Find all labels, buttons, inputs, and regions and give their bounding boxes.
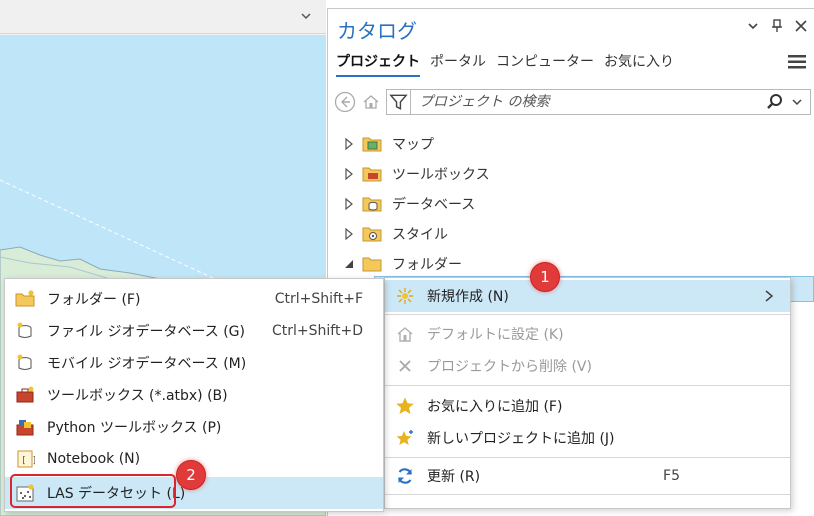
menu-item-label: デフォルトに設定 (K) (427, 327, 564, 343)
menu-item-label: ファイル ジオデータベース (G) (47, 324, 245, 340)
step-badge-1: 1 (530, 262, 560, 292)
submenu-item-python-toolbox[interactable]: Python ツールボックス (P) (5, 411, 383, 443)
menu-item-refresh[interactable]: 更新 (R) F5 (385, 460, 790, 492)
menu-item-add-to-new-projects[interactable]: 新しいプロジェクトに追加 (J) (385, 422, 790, 454)
pane-controls (746, 19, 808, 33)
highlight-box (10, 474, 176, 508)
expand-arrow-icon[interactable] (342, 167, 356, 181)
menu-item-label: お気に入りに追加 (F) (427, 399, 563, 415)
svg-text:[ ]: [ ] (21, 456, 35, 466)
search-row (334, 89, 811, 115)
star-sparkle-icon (396, 430, 413, 445)
database-folder-icon (362, 197, 382, 212)
geodatabase-icon (17, 322, 32, 338)
menu-item-label: 新しいプロジェクトに追加 (J) (427, 431, 615, 447)
chevron-down-icon[interactable] (790, 95, 804, 109)
step-badge-2: 2 (176, 460, 206, 490)
submenu-item-toolbox[interactable]: ツールボックス (*.atbx) (B) (5, 379, 383, 411)
context-menu: 新規作成 (N) デフォルトに設定 (K) プロジェクトから削除 (V) お気に… (384, 277, 791, 509)
new-folder-icon (15, 290, 35, 307)
tab-portal[interactable]: ポータル (430, 51, 486, 77)
menu-item-shortcut: Ctrl+Shift+F (274, 291, 363, 307)
tab-project[interactable]: プロジェクト (336, 51, 420, 77)
menu-separator (385, 385, 790, 386)
tree-item-label: スタイル (392, 227, 448, 243)
pin-icon[interactable] (770, 19, 784, 33)
menu-item-set-default[interactable]: デフォルトに設定 (K) (385, 318, 790, 350)
tree-item-styles[interactable]: スタイル (342, 219, 490, 249)
star-icon (396, 397, 414, 414)
menu-item-label: 更新 (R) (427, 469, 481, 485)
search-box (386, 89, 811, 115)
chevron-down-icon[interactable] (746, 19, 760, 33)
tree-item-folders[interactable]: フォルダー (342, 249, 490, 279)
toolbox-icon (16, 386, 34, 403)
tab-computer[interactable]: コンピューター (496, 51, 594, 77)
menu-separator (385, 494, 790, 495)
menu-item-label: ツールボックス (*.atbx) (B) (47, 388, 228, 404)
map-header (0, 0, 326, 34)
expand-arrow-icon[interactable] (342, 137, 356, 151)
mobile-geodatabase-icon (17, 354, 32, 370)
menu-item-shortcut: Ctrl+Shift+D (272, 323, 363, 339)
python-toolbox-icon (16, 420, 34, 436)
menu-item-label: 新規作成 (N) (427, 289, 509, 305)
close-icon[interactable] (794, 19, 808, 33)
notebook-icon: [ ] (17, 450, 35, 468)
menu-icon[interactable] (788, 55, 806, 69)
map-folder-icon (362, 137, 382, 152)
menu-item-label: モバイル ジオデータベース (M) (47, 356, 247, 372)
menu-separator (385, 457, 790, 458)
back-icon[interactable] (334, 91, 356, 113)
tree-item-label: データベース (392, 197, 476, 213)
submenu-item-file-geodatabase[interactable]: ファイル ジオデータベース (G) Ctrl+Shift+D (5, 315, 383, 347)
tree-item-label: マップ (392, 137, 434, 153)
collapse-arrow-icon[interactable] (342, 257, 356, 271)
tree-item-label: ツールボックス (392, 167, 490, 183)
tree-item-toolboxes[interactable]: ツールボックス (342, 159, 490, 189)
expand-arrow-icon[interactable] (342, 227, 356, 241)
menu-item-add-to-favorites[interactable]: お気に入りに追加 (F) (385, 390, 790, 422)
menu-item-label: Python ツールボックス (P) (47, 420, 222, 436)
tree-item-maps[interactable]: マップ (342, 129, 490, 159)
search-input[interactable] (411, 94, 766, 110)
home-icon[interactable] (362, 93, 380, 111)
tab-favorites[interactable]: お気に入り (604, 51, 674, 77)
menu-item-shortcut: F5 (663, 468, 680, 484)
menu-separator (385, 314, 790, 315)
catalog-tabs: プロジェクト ポータル コンピューター お気に入り (336, 51, 674, 77)
chevron-down-icon[interactable] (300, 10, 312, 22)
search-icon[interactable] (766, 93, 784, 111)
menu-item-label: プロジェクトから削除 (V) (427, 359, 592, 375)
catalog-tree: マップ ツールボックス データベース スタイル フォルダー (342, 129, 490, 279)
submenu-item-folder[interactable]: フォルダー (F) Ctrl+Shift+F (5, 283, 383, 315)
submenu-item-mobile-geodatabase[interactable]: モバイル ジオデータベース (M) (5, 347, 383, 379)
toolbox-folder-icon (362, 167, 382, 182)
style-folder-icon (362, 227, 382, 242)
folder-icon (362, 257, 382, 272)
menu-item-label: フォルダー (F) (47, 292, 141, 308)
sparkle-icon (397, 288, 413, 304)
catalog-title: カタログ (337, 19, 417, 43)
home-icon (397, 327, 413, 342)
expand-arrow-icon[interactable] (342, 197, 356, 211)
tree-item-label: フォルダー (392, 257, 462, 273)
menu-item-label: Notebook (N) (47, 451, 141, 467)
chevron-right-icon (765, 290, 774, 302)
tree-item-databases[interactable]: データベース (342, 189, 490, 219)
filter-icon[interactable] (387, 90, 411, 114)
close-icon (399, 360, 411, 372)
refresh-icon (397, 468, 413, 484)
menu-item-new[interactable]: 新規作成 (N) (385, 280, 790, 312)
menu-item-remove-from-project[interactable]: プロジェクトから削除 (V) (385, 350, 790, 382)
